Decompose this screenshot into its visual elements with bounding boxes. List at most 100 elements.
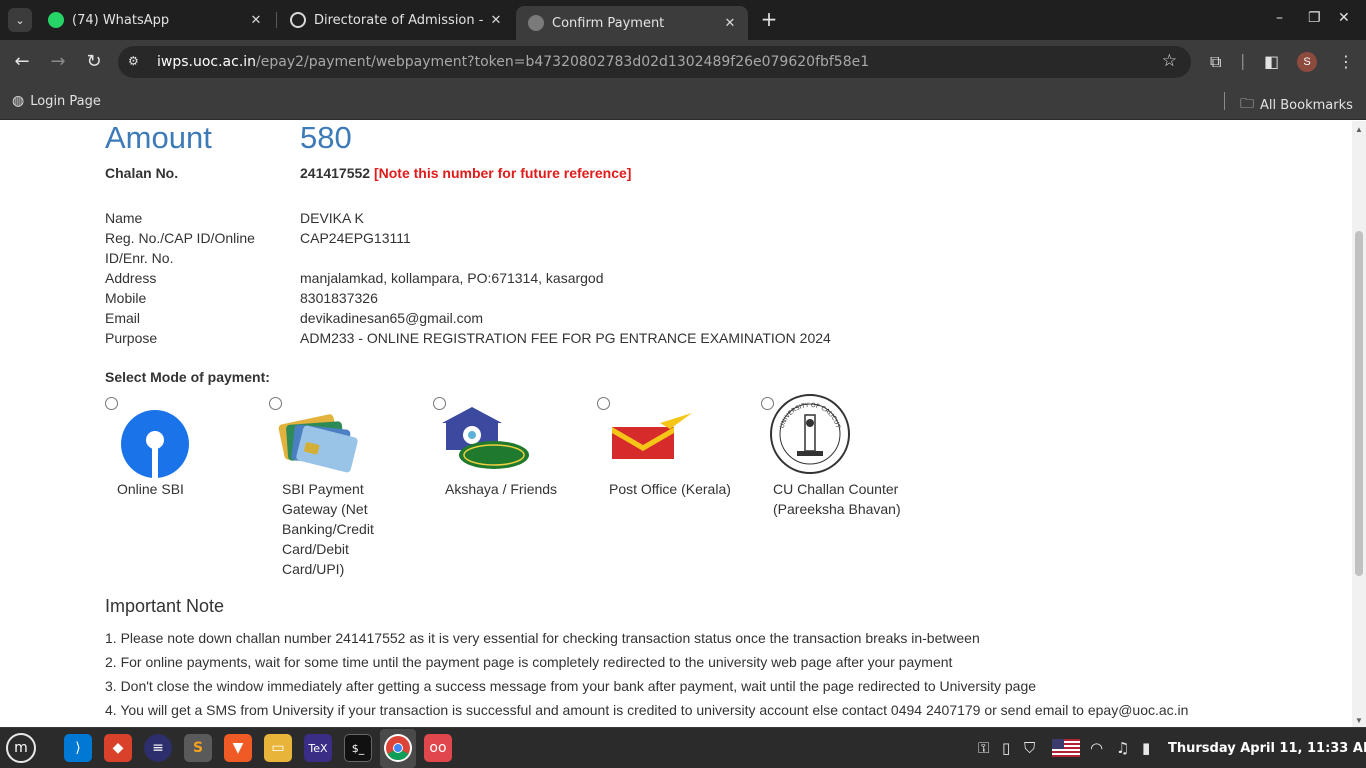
address-label: Address — [105, 270, 157, 286]
url-text[interactable]: iwps.uoc.ac.in/epay2/payment/webpayment?… — [157, 54, 869, 70]
site-info-icon[interactable]: ⚙ — [128, 54, 144, 70]
minimize-icon[interactable]: – — [1276, 10, 1283, 26]
tab-title: Directorate of Admission - U — [314, 12, 488, 28]
all-bookmarks-button[interactable]: 🗀 All Bookmarks — [1240, 93, 1353, 117]
option-label: Akshaya / Friends — [445, 481, 558, 497]
payment-option-online-sbi[interactable]: Online SBI — [105, 393, 265, 523]
close-icon[interactable]: ✕ — [488, 13, 504, 28]
chalan-note: [Note this number for future reference] — [373, 165, 632, 181]
chrome-icon[interactable] — [384, 734, 412, 762]
scrollbar-thumb[interactable] — [1355, 231, 1363, 576]
chrome-logo — [386, 736, 410, 760]
address-bar[interactable]: ⚙ iwps.uoc.ac.in/epay2/payment/webpaymen… — [118, 46, 1191, 78]
network-status-icon[interactable]: ⚿ — [978, 739, 989, 757]
os-taskbar: m ⟩ ◆ ≡ S ▼ ▭ TeX $_ oo ⚿ ▯ ⛉ ◠ ♫ ▮ Thur… — [0, 727, 1366, 768]
app-icon[interactable]: ◆ — [104, 734, 132, 762]
sublime-icon[interactable]: S — [184, 734, 212, 762]
tab-strip: ⌄ (74) WhatsApp ✕ Directorate of Admissi… — [0, 0, 1366, 40]
mobile-label: Mobile — [105, 290, 147, 306]
back-arrow-icon[interactable]: ← — [10, 50, 34, 74]
amount-label: Amount — [105, 121, 212, 155]
bookmark-separator — [1224, 92, 1225, 110]
scroll-down-arrow-icon[interactable]: ▼ — [1355, 716, 1363, 725]
sound-icon[interactable]: ♫ — [1116, 739, 1129, 757]
maximize-icon[interactable]: ❐ — [1308, 10, 1321, 26]
clipboard-icon[interactable]: ▯ — [1002, 739, 1010, 757]
tex-icon[interactable]: TeX — [304, 734, 332, 762]
keyboard-layout-flag-icon[interactable] — [1052, 739, 1080, 761]
tab-directorate[interactable]: Directorate of Admission - U ✕ — [278, 6, 514, 34]
purpose-value: ADM233 - ONLINE REGISTRATION FEE FOR PG … — [300, 330, 831, 346]
amount-value: 580 — [300, 121, 352, 155]
name-label: Name — [105, 210, 143, 226]
extensions-icon[interactable]: ⧉ — [1210, 52, 1221, 72]
akshaya-friends-logo-icon — [442, 407, 529, 469]
option-label: CU Challan Counter (Pareeksha Bhavan) — [773, 481, 901, 517]
mint-menu-icon[interactable]: m — [6, 733, 36, 763]
toolbar-separator: | — [1240, 51, 1246, 70]
tab-whatsapp[interactable]: (74) WhatsApp ✕ — [36, 6, 274, 34]
reg-label: Reg. No./CAP ID/Online ID/Enr. No. — [105, 230, 255, 266]
payment-mode-title: Select Mode of payment: — [105, 369, 270, 385]
chalan-row: 241417552 [Note this number for future r… — [300, 163, 631, 183]
radio-online-sbi[interactable] — [105, 397, 118, 410]
option-label: SBI Payment Gateway (Net Banking/Credit … — [282, 481, 374, 577]
whatsapp-icon — [48, 12, 64, 28]
payment-option-cu-challan[interactable]: UNIVERSITY OF CALICUT CU Challan Counter… — [761, 393, 911, 563]
files-icon[interactable]: ▭ — [264, 734, 292, 762]
india-post-logo-icon — [612, 413, 692, 459]
terminal-icon[interactable]: $_ — [344, 734, 372, 762]
bookmark-star-icon[interactable]: ☆ — [1162, 51, 1177, 71]
tab-title: (74) WhatsApp — [72, 12, 170, 28]
close-icon[interactable]: ✕ — [722, 16, 738, 31]
url-path: /epay2/payment/webpayment?token=b4732080… — [256, 54, 870, 70]
eclipse-icon[interactable]: ≡ — [144, 734, 172, 762]
new-tab-button[interactable]: + — [757, 8, 781, 32]
forward-arrow-icon[interactable]: → — [46, 50, 70, 74]
note-item: 4. You will get a SMS from University if… — [105, 702, 1189, 718]
bookmark-label: Login Page — [30, 93, 101, 109]
url-host: iwps.uoc.ac.in — [157, 54, 257, 70]
payment-page: Amount 580 Chalan No. 241417552 [Note th… — [0, 121, 1352, 727]
tab-search-button[interactable]: ⌄ — [8, 8, 32, 32]
bookmark-login-page[interactable]: ◍ Login Page — [12, 93, 101, 109]
reload-icon[interactable]: ↻ — [82, 50, 106, 74]
profile-avatar[interactable]: S — [1297, 52, 1317, 72]
battery-icon[interactable]: ▮ — [1142, 739, 1150, 757]
payment-option-akshaya[interactable]: Akshaya / Friends — [433, 393, 583, 523]
reg-value: CAP24EPG13111 — [300, 230, 411, 246]
payment-option-sbi-gateway[interactable]: SBI Payment Gateway (Net Banking/Credit … — [269, 393, 419, 583]
chalan-number: 241417552 — [300, 165, 371, 181]
payment-option-post-office[interactable]: Post Office (Kerala) — [597, 393, 747, 523]
bookmarks-bar: ◍ Login Page 🗀 All Bookmarks — [0, 84, 1366, 120]
globe-icon — [528, 15, 544, 31]
email-label: Email — [105, 310, 141, 326]
menu-kebab-icon[interactable]: ⋮ — [1338, 52, 1354, 71]
tab-separator — [276, 12, 277, 28]
mobile-value: 8301837326 — [300, 290, 378, 306]
info-circle-icon — [290, 12, 306, 28]
address-value: manjalamkad, kollampara, PO:671314, kasa… — [300, 270, 604, 286]
browser-toolbar: ← → ↻ ⚙ iwps.uoc.ac.in/epay2/payment/web… — [0, 40, 1366, 84]
tab-title: Confirm Payment — [552, 15, 665, 31]
radio-post-office[interactable] — [597, 397, 610, 410]
us-flag — [1052, 739, 1080, 757]
glasses-app-icon[interactable]: oo — [424, 734, 452, 762]
side-panel-icon[interactable]: ◧ — [1264, 52, 1279, 71]
clock[interactable]: Thursday April 11, 11:33 AM — [1168, 741, 1366, 756]
sbi-logo-icon — [121, 410, 189, 479]
tab-confirm-payment[interactable]: Confirm Payment ✕ — [516, 6, 748, 40]
close-icon[interactable]: ✕ — [248, 13, 264, 28]
vscode-icon[interactable]: ⟩ — [64, 734, 92, 762]
purpose-label: Purpose — [105, 330, 158, 346]
name-value: DEVIKA K — [300, 210, 364, 226]
close-window-icon[interactable]: ✕ — [1338, 10, 1350, 26]
university-seal-icon: UNIVERSITY OF CALICUT — [770, 394, 850, 474]
note-item: 2. For online payments, wait for some ti… — [105, 654, 953, 670]
brave-icon[interactable]: ▼ — [224, 734, 252, 762]
shield-icon[interactable]: ⛉ — [1024, 739, 1035, 757]
option-label: Post Office (Kerala) — [609, 481, 731, 497]
wifi-icon[interactable]: ◠ — [1090, 739, 1103, 757]
scroll-up-arrow-icon[interactable]: ▲ — [1355, 125, 1363, 134]
page-scrollbar[interactable]: ▲ ▼ — [1352, 121, 1366, 727]
